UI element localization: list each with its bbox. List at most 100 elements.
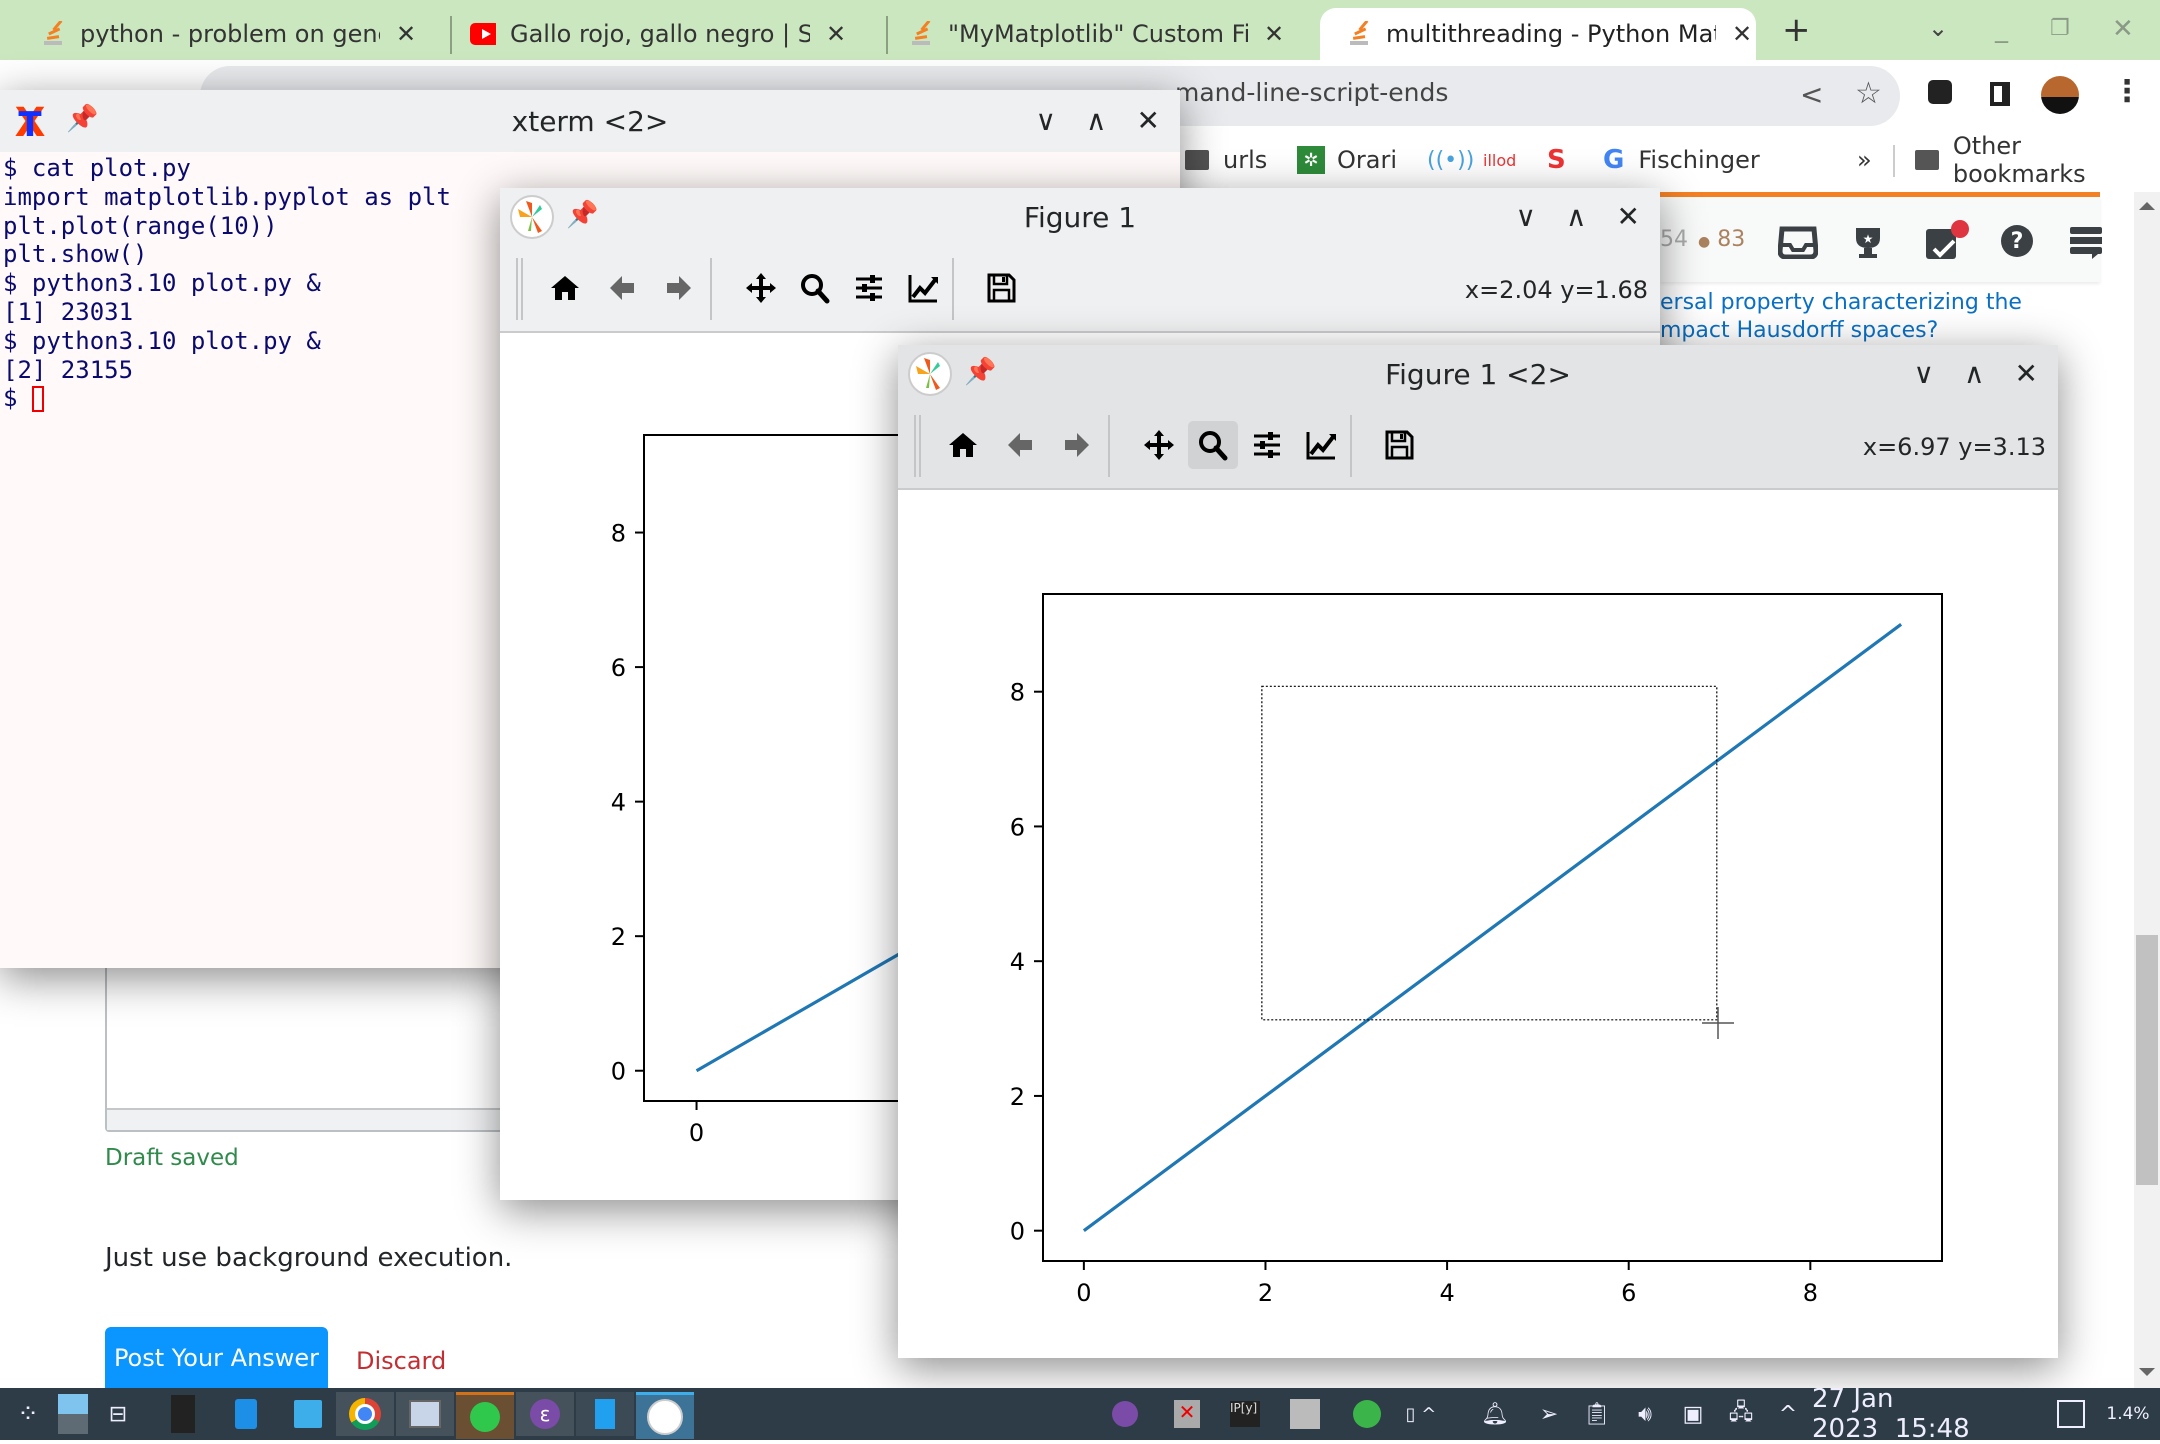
telegram-icon[interactable]: ➢ [1534,1392,1564,1436]
bookmark-star-icon[interactable]: ☆ [1855,76,1882,111]
figure2-canvas[interactable]: 0 2 4 6 8 0 2 4 6 8 [898,490,2058,1358]
scrollbar-thumb[interactable] [2136,935,2158,1185]
network-icon[interactable]: 🖧 [1726,1392,1756,1436]
close-icon[interactable]: ✕ [1617,200,1640,233]
show-desktop-icon[interactable]: ⊟ [100,1392,136,1436]
pan-button[interactable] [736,264,786,312]
xkill-tray-icon[interactable]: ✕ [1172,1392,1202,1436]
edit-curves-button[interactable] [898,264,948,312]
side-panel-icon[interactable] [1990,82,2010,106]
emacs-tray-icon[interactable] [1110,1392,1140,1436]
url-text[interactable]: mand-line-script-ends [1175,78,1448,107]
achievements-icon[interactable]: ★ [1850,224,1886,260]
kdeconnect-icon[interactable]: ▣ [1678,1392,1708,1436]
browser-tab[interactable]: Gallo rojo, gallo negro | Sílvia ✕ [430,8,880,60]
clock[interactable]: 27 Jan 2023 15:48 [1812,1384,2012,1444]
clipboard-icon[interactable]: 📋︎ [1582,1392,1612,1436]
bookmark-fischinger[interactable]: G Fischinger [1603,142,1760,178]
tab-search-icon[interactable]: ⌄ [1928,14,1948,42]
notifications-icon[interactable]: 🔔︎ [1480,1392,1510,1436]
bookmark-urls[interactable]: urls [1185,142,1267,178]
maximize-icon[interactable]: ∧ [1086,104,1107,137]
xterm-titlebar[interactable]: XT 📌 xterm <2> ∨ ∧ ✕ [0,90,1180,152]
system-settings-icon[interactable] [165,1392,201,1436]
zoom-button[interactable] [1188,421,1238,469]
figure2-window[interactable]: 📌 Figure 1 <2> ∨ ∧ ✕ x=6.97 y=3.13 0 2 4 6 8… [898,345,2058,1358]
ipython-tray-icon[interactable]: IP[y] [1228,1392,1262,1436]
bookmark-radio[interactable]: ((•)) [1427,142,1474,178]
taskbar-whatsapp[interactable] [456,1392,514,1439]
taskbar-matplotlib[interactable] [636,1392,694,1439]
forward-button[interactable] [1052,421,1102,469]
browser-tab-active[interactable]: multithreading - Python Matpl ✕ [1320,8,1756,60]
other-bookmarks[interactable]: Other bookmarks [1915,132,2160,188]
configure-button[interactable] [844,264,894,312]
scroll-up-icon[interactable] [2139,202,2155,210]
bookmark-s[interactable]: S [1547,142,1566,178]
maximize-icon[interactable]: ∧ [1964,357,1985,390]
tray-expand-icon[interactable]: ^ [1776,1392,1800,1436]
pan-button[interactable] [1134,421,1184,469]
close-icon[interactable]: ✕ [2015,357,2038,390]
atom-tray-icon[interactable] [1352,1392,1382,1436]
bookmark-illod[interactable]: illod [1483,142,1516,178]
menu-icon[interactable]: ⋮ [2112,74,2142,109]
forward-button[interactable] [654,264,704,312]
file-manager-icon[interactable] [290,1392,326,1436]
discard-button[interactable]: Discard [356,1347,446,1375]
site-switcher-icon[interactable] [2070,227,2102,259]
close-icon[interactable]: ✕ [396,20,416,48]
profile-avatar[interactable] [2041,76,2079,114]
window-close-icon[interactable]: ✕ [2112,14,2134,44]
configure-button[interactable] [1242,421,1292,469]
inbox-icon[interactable] [1778,225,1818,259]
figure1-titlebar[interactable]: 📌 Figure 1 ∨ ∧ ✕ [500,188,1660,246]
taskbar-terminal[interactable] [396,1392,454,1436]
save-button[interactable] [976,264,1026,312]
show-desktop-icon[interactable] [2056,1392,2086,1436]
clipboard-tray-icon[interactable]: ▯ ^ [1398,1392,1444,1436]
close-icon[interactable]: ✕ [1732,20,1752,48]
minimize-icon[interactable]: _ [1995,14,2008,44]
maximize-icon[interactable]: ∧ [1566,200,1587,233]
home-button[interactable] [938,421,988,469]
close-icon[interactable]: ✕ [1264,20,1284,48]
minimize-icon[interactable]: ∨ [1036,104,1057,137]
back-button[interactable] [995,421,1045,469]
network-tool-tray-icon[interactable] [1288,1392,1322,1436]
help-icon[interactable]: ? [2001,225,2033,257]
scroll-down-icon[interactable] [2139,1368,2155,1376]
figure2-titlebar[interactable]: 📌 Figure 1 <2> ∨ ∧ ✕ [898,345,2058,403]
save-button[interactable] [1374,421,1424,469]
review-queue-icon[interactable] [1922,219,1972,263]
page-scrollbar[interactable] [2134,192,2160,1388]
close-icon[interactable]: ✕ [1137,104,1160,137]
restore-icon[interactable]: ❐ [2050,16,2070,41]
taskbar-writer[interactable] [576,1392,634,1436]
discover-icon[interactable] [228,1392,264,1436]
taskbar-chrome[interactable] [336,1392,394,1436]
minimize-icon[interactable]: ∨ [1914,357,1935,390]
home-button[interactable] [540,264,590,312]
bookmarks-overflow[interactable]: » [1857,142,1872,178]
hot-question-link[interactable]: ersal property characterizing the [1660,290,2022,315]
minimize-icon[interactable]: ∨ [1516,200,1537,233]
post-answer-button[interactable]: Post Your Answer [105,1327,328,1388]
share-icon[interactable]: < [1800,78,1823,111]
close-icon[interactable]: ✕ [826,20,846,48]
folder-icon [1915,150,1939,170]
browser-tab[interactable]: "MyMatplotlib" Custom Filtere ✕ [868,8,1318,60]
taskbar-emacs[interactable]: ε [516,1392,574,1436]
extensions-icon[interactable] [1928,80,1952,104]
zoom-button[interactable] [790,264,840,312]
back-button[interactable] [597,264,647,312]
terminal-output[interactable]: $ cat plot.py import matplotlib.pyplot as… [3,154,451,413]
volume-icon[interactable]: 🔊︎ [1630,1392,1660,1436]
hot-question-link-cont[interactable]: mpact Hausdorff spaces? [1660,318,1938,343]
edit-curves-button[interactable] [1296,421,1346,469]
pager-icon[interactable] [55,1392,91,1436]
bookmark-orari[interactable]: ✲ Orari [1297,142,1397,178]
app-launcher-icon[interactable]: ⁘ [8,1392,48,1436]
new-tab-button[interactable]: + [1782,10,1811,50]
browser-tab[interactable]: python - problem on generatin ✕ [0,8,450,60]
